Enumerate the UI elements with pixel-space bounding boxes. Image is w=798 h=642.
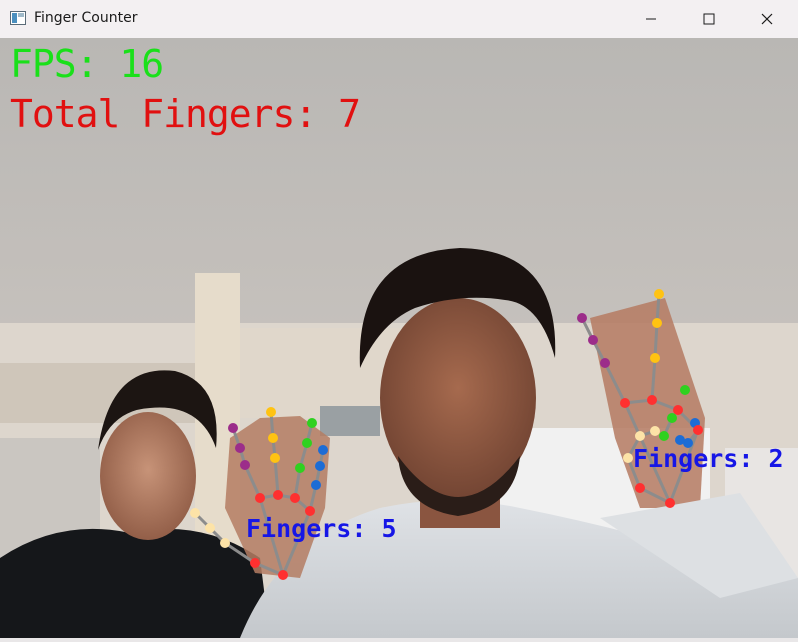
maximize-button[interactable]	[686, 0, 732, 38]
minimize-icon	[646, 18, 656, 20]
window-bottom-edge	[0, 638, 798, 642]
title-bar[interactable]: Finger Counter	[0, 0, 798, 39]
close-icon	[761, 13, 773, 25]
window-title: Finger Counter	[34, 10, 138, 26]
total-fingers-readout: Total Fingers: 7	[10, 92, 361, 136]
maximize-icon	[703, 13, 715, 25]
hand-1-finger-count: Fingers: 5	[246, 514, 397, 543]
finger-counter-window: Finger Counter FPS: 16 Total Fingers: 7 …	[0, 0, 798, 642]
fps-readout: FPS: 16	[10, 42, 164, 86]
left-person-face	[100, 412, 196, 540]
opencv-window-icon	[10, 11, 26, 25]
window-grill	[320, 406, 380, 436]
camera-feed: FPS: 16 Total Fingers: 7 Fingers: 5 Fing…	[0, 38, 798, 638]
hand-2-finger-count: Fingers: 2	[633, 444, 784, 473]
minimize-button[interactable]	[628, 0, 674, 38]
close-button[interactable]	[744, 0, 790, 38]
